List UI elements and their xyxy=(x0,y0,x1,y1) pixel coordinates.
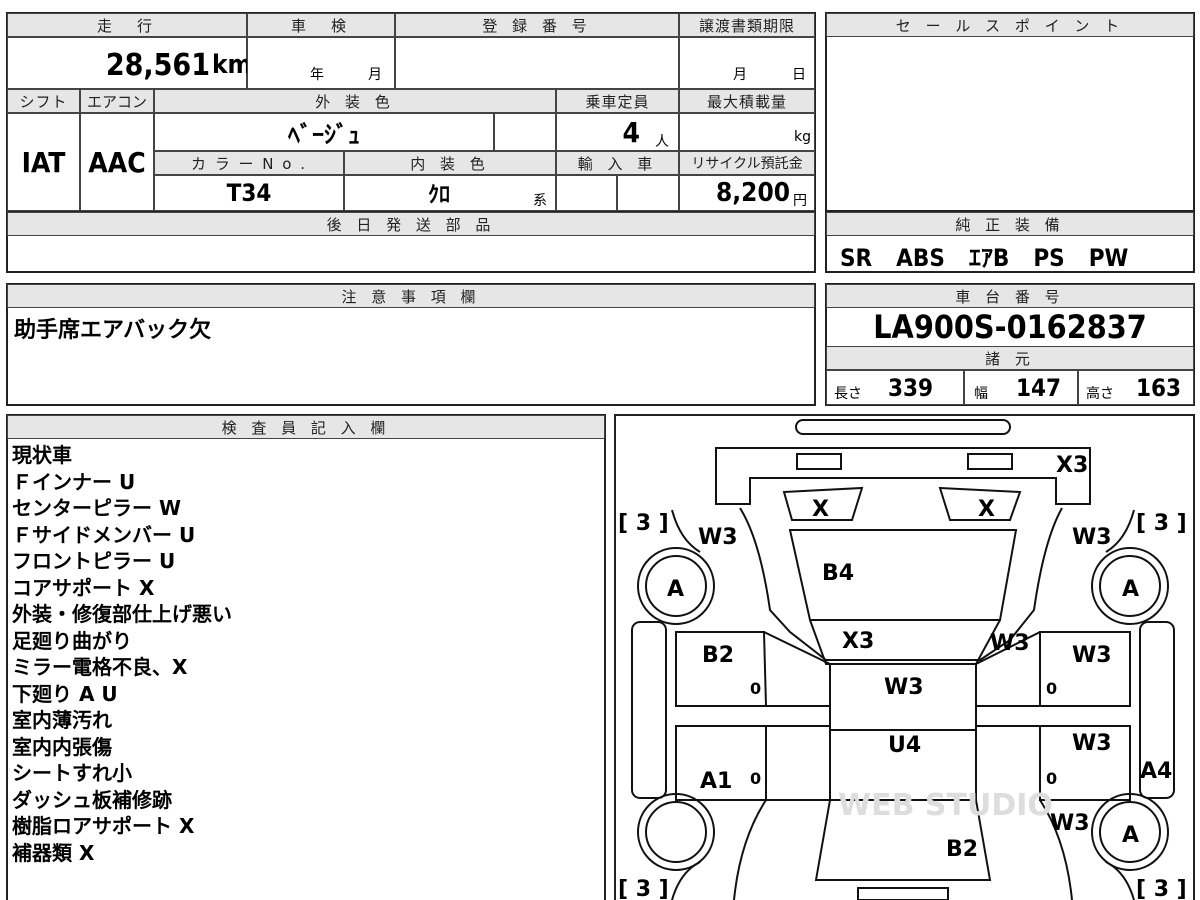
inspector-line: 下廻り A U xyxy=(12,681,118,706)
color-no-header: カ ラ ー N o . xyxy=(154,151,344,175)
shift-value: IAT xyxy=(21,145,66,179)
mark-w3-right-front-door: W3 xyxy=(1072,643,1112,668)
registration-cell xyxy=(395,37,679,89)
mark-w3-roof: W3 xyxy=(884,675,924,700)
inspector-line: 現状車 xyxy=(12,443,72,467)
interior-color-header: 内 装 色 xyxy=(344,151,556,175)
inspector-line: ミラー電格不良、X xyxy=(12,655,188,679)
tire-label-front-right: [ 3 ] xyxy=(1136,511,1187,536)
inspector-line: 室内薄汚れ xyxy=(12,708,112,732)
interior-color-suffix: 系 xyxy=(533,193,547,209)
notes-header: 注 意 事 項 欄 xyxy=(7,284,815,308)
color-no-value: T34 xyxy=(226,179,272,207)
inspector-line: シートすれ小 xyxy=(12,761,132,785)
inspector-line: Ｆインナー U xyxy=(12,469,136,494)
recycle-unit: 円 xyxy=(793,193,807,209)
mark-a1-left-rear-door: A1 xyxy=(700,769,732,794)
shift-header: シフト xyxy=(7,89,80,113)
later-parts-header: 後 日 発 送 部 品 xyxy=(7,212,815,236)
width-value: 147 xyxy=(1016,374,1062,402)
import-cell-a xyxy=(556,175,617,211)
exterior-color-value: ﾍﾞｰｼﾞｭ xyxy=(288,120,360,149)
mark-x3-cowl: X3 xyxy=(842,629,874,654)
capacity-unit: 人 xyxy=(655,134,669,150)
car-diagram: [ 3 ] [ 3 ] [ 3 ] [ 3 ] WEB STUDIO X3 X … xyxy=(618,419,1187,900)
max-load-header: 最大積載量 xyxy=(679,89,815,113)
mileage-value: 28,561 xyxy=(105,47,210,83)
inspector-line: ダッシュ板補修跡 xyxy=(12,787,172,812)
mark-w3-right-rear: W3 xyxy=(1050,811,1090,836)
watermark: WEB STUDIO xyxy=(838,788,1053,823)
mark-x-right-lamp: X xyxy=(978,497,995,522)
import-cell-b xyxy=(617,175,679,211)
inspector-line: 外装・修復部仕上げ悪い xyxy=(12,602,232,626)
inspector-line: 室内内張傷 xyxy=(12,734,112,759)
recycle-header: リサイクル預託金 xyxy=(679,151,815,175)
mark-b2-left-front-door: B2 xyxy=(702,643,734,668)
transfer-day-unit: 日 xyxy=(792,67,806,83)
mark-u4-roof: U4 xyxy=(888,733,921,758)
genuine-equipment-header: 純 正 装 備 xyxy=(826,212,1194,236)
ac-value: AAC xyxy=(88,145,146,179)
height-label: 高さ xyxy=(1086,386,1114,402)
inspection-header: 車 検 xyxy=(247,13,395,37)
transfer-deadline-header: 譲渡書類期限 xyxy=(679,13,815,37)
mark-a-front-right-wheel: A xyxy=(1122,577,1139,602)
mark-a-front-left-wheel: A xyxy=(667,577,684,602)
interior-color-value: ｸﾛ xyxy=(427,183,450,208)
inspector-line: 樹脂ロアサポート X xyxy=(12,814,195,838)
recycle-value: 8,200 xyxy=(716,178,790,208)
inspector-line: Ｆサイドメンバー U xyxy=(12,522,196,547)
tire-label-rear-right: [ 3 ] xyxy=(1136,877,1187,900)
inspector-line: 補器類 X xyxy=(12,840,95,865)
exterior-color-header: 外 装 色 xyxy=(154,89,556,113)
capacity-header: 乗車定員 xyxy=(556,89,679,113)
inspector-header: 検 査 員 記 入 欄 xyxy=(7,415,605,439)
mark-zero: 0 xyxy=(1046,679,1057,698)
length-value: 339 xyxy=(888,374,934,402)
mark-zero: 0 xyxy=(750,679,761,698)
max-load-unit: kg xyxy=(794,129,811,145)
sales-point-block xyxy=(825,12,1195,212)
dimensions-header: 諸 元 xyxy=(826,346,1194,370)
inspector-line: フロントピラー U xyxy=(12,549,176,573)
chassis-number: LA900S-0162837 xyxy=(873,308,1147,346)
mark-zero: 0 xyxy=(750,769,761,788)
inspector-line: センターピラー W xyxy=(12,496,182,520)
mark-w3-right-fender: W3 xyxy=(1072,525,1112,550)
mark-x3-hood: X3 xyxy=(1056,453,1088,478)
length-label: 長さ xyxy=(834,386,862,402)
mileage-header: 走 行 xyxy=(7,13,247,37)
height-value: 163 xyxy=(1136,374,1182,402)
registration-header: 登 録 番 号 xyxy=(395,13,679,37)
notes-value: 助手席エアバック欠 xyxy=(14,318,212,343)
inspector-lines: 現状車 Ｆインナー U センターピラー W Ｆサイドメンバー U フロントピラー… xyxy=(12,442,232,866)
mileage-unit: km xyxy=(212,50,252,80)
mark-w3-right-rear-door: W3 xyxy=(1072,731,1112,756)
inspection-year-unit: 年 xyxy=(310,67,324,83)
mark-a-rear-right-wheel: A xyxy=(1122,823,1139,848)
mark-x-left-lamp: X xyxy=(812,497,829,522)
chassis-header: 車 台 番 号 xyxy=(826,284,1194,308)
genuine-equipment-value: SR ABS ｴｱB PS PW xyxy=(840,243,1129,272)
mark-b4-windshield: B4 xyxy=(822,561,854,586)
inspector-line: 足廻り曲がり xyxy=(12,628,132,653)
exterior-color-extra-cell xyxy=(494,113,556,151)
import-header: 輸 入 車 xyxy=(556,151,679,175)
ac-header: エアコン xyxy=(80,89,154,113)
tire-label-rear-left: [ 3 ] xyxy=(618,877,669,900)
sales-point-header: セ ー ル ス ポ イ ン ト xyxy=(826,13,1194,37)
inspection-month-unit: 月 xyxy=(368,67,382,83)
transfer-month-unit: 月 xyxy=(733,67,747,83)
width-label: 幅 xyxy=(974,386,988,402)
capacity-value: 4 xyxy=(622,115,640,149)
mark-a4-right-sill: A4 xyxy=(1140,759,1172,784)
tire-label-front-left: [ 3 ] xyxy=(618,511,669,536)
mark-w3-cowl-right: W3 xyxy=(990,631,1030,656)
mark-zero: 0 xyxy=(1046,769,1057,788)
mark-w3-left-fender: W3 xyxy=(698,525,738,550)
mark-b2-rear: B2 xyxy=(946,837,978,862)
inspector-line: コアサポート X xyxy=(12,575,155,600)
